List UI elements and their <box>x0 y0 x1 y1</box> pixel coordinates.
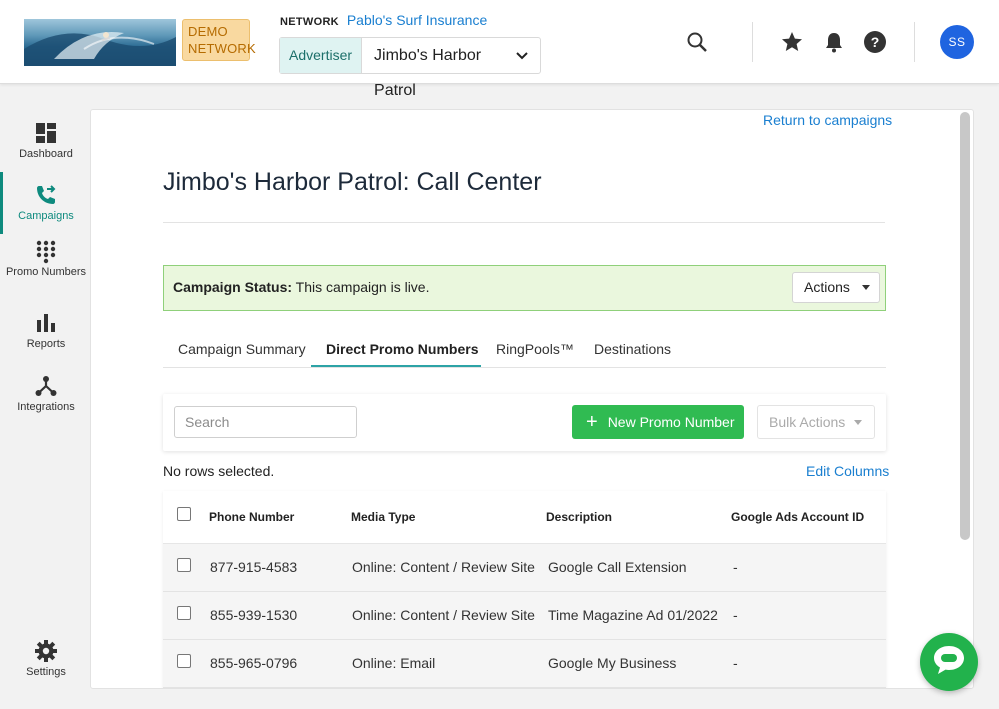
actions-label: Actions <box>804 279 850 295</box>
search-input[interactable] <box>174 406 357 438</box>
sidebar-item-dashboard[interactable]: Dashboard <box>0 122 92 160</box>
search-icon[interactable] <box>685 30 709 54</box>
tab-direct-promo-numbers[interactable]: Direct Promo Numbers <box>326 341 478 357</box>
brand-logo[interactable] <box>24 19 176 66</box>
active-tab-underline <box>311 365 481 367</box>
description-cell: Google Call Extension <box>548 559 687 575</box>
caret-down-icon <box>862 285 870 290</box>
google-ads-id-cell: - <box>733 607 738 623</box>
select-all-checkbox[interactable] <box>177 507 191 521</box>
new-promo-number-button[interactable]: + New Promo Number <box>572 405 744 439</box>
campaign-status-label: Campaign Status: <box>173 279 293 295</box>
chat-icon <box>932 644 966 681</box>
edit-columns-link[interactable]: Edit Columns <box>806 463 889 479</box>
bulk-actions-button[interactable]: Bulk Actions <box>757 405 875 439</box>
sidebar-item-settings[interactable]: Settings <box>0 640 92 678</box>
network-label: NETWORK <box>280 16 339 28</box>
integrations-icon <box>35 375 57 397</box>
google-ads-id-cell: - <box>733 559 738 575</box>
campaigns-icon <box>35 184 57 206</box>
user-avatar[interactable]: SS <box>940 25 974 59</box>
phone-number-cell: 855-965-0796 <box>210 655 298 671</box>
phone-number-cell: 855-939-1530 <box>210 607 298 623</box>
table-row[interactable]: 855-965-0796 Online: Email Google My Bus… <box>163 640 886 688</box>
campaign-status-value: This campaign is live. <box>295 279 430 295</box>
row-checkbox[interactable] <box>177 606 191 620</box>
sidebar-item-reports[interactable]: Reports <box>0 312 92 350</box>
dial-pad-icon <box>35 240 57 264</box>
advertiser-value: Jimbo's Harbor Patrol <box>374 47 482 99</box>
campaign-tabs: Campaign Summary Direct Promo Numbers Ri… <box>163 338 886 368</box>
column-header-description[interactable]: Description <box>546 510 612 524</box>
sidebar-item-label: Integrations <box>17 401 75 413</box>
header-divider <box>914 22 915 62</box>
svg-text:?: ? <box>871 34 880 50</box>
sidebar-item-label: Settings <box>26 666 66 678</box>
table-header: Phone Number Media Type Description Goog… <box>163 491 886 544</box>
chat-support-button[interactable] <box>920 633 978 691</box>
media-type-cell: Online: Content / Review Site <box>352 607 535 623</box>
column-header-phone-number[interactable]: Phone Number <box>209 510 294 524</box>
column-header-media-type[interactable]: Media Type <box>351 510 415 524</box>
media-type-cell: Online: Content / Review Site <box>352 559 535 575</box>
bell-icon[interactable] <box>822 30 846 54</box>
sidebar-item-label: Dashboard <box>19 148 73 160</box>
sidebar-item-campaigns[interactable]: Campaigns <box>0 184 92 222</box>
header-divider <box>752 22 753 62</box>
promo-numbers-table: Phone Number Media Type Description Goog… <box>163 491 886 688</box>
top-header: DEMO NETWORK NETWORK Pablo's Surf Insura… <box>0 0 999 99</box>
column-header-google-ads-account-id[interactable]: Google Ads Account ID <box>731 510 864 524</box>
table-row[interactable]: 855-939-1530 Online: Content / Review Si… <box>163 592 886 640</box>
demo-network-badge: DEMO NETWORK <box>182 19 256 61</box>
dashboard-icon <box>35 122 57 144</box>
page-title: Jimbo's Harbor Patrol: Call Center <box>163 168 542 196</box>
network-name-link[interactable]: Pablo's Surf Insurance <box>347 12 487 28</box>
row-checkbox[interactable] <box>177 654 191 668</box>
sidebar-item-label: Reports <box>26 338 66 350</box>
plus-icon: + <box>586 411 598 433</box>
return-to-campaigns-link[interactable]: Return to campaigns <box>763 112 892 128</box>
description-cell: Google My Business <box>548 655 677 671</box>
tab-destinations[interactable]: Destinations <box>594 341 671 357</box>
sidebar: Dashboard Campaigns Promo Numbers Report… <box>0 84 92 709</box>
sidebar-item-label: Campaigns <box>18 210 74 222</box>
table-row[interactable]: 877-915-4583 Online: Content / Review Si… <box>163 544 886 592</box>
table-toolbar: + New Promo Number Bulk Actions <box>163 394 886 451</box>
bar-chart-icon <box>35 312 57 334</box>
rows-selected-text: No rows selected. <box>163 463 275 479</box>
new-promo-number-label: New Promo Number <box>607 414 735 430</box>
sidebar-item-integrations[interactable]: Integrations <box>0 375 92 413</box>
tab-ringpools[interactable]: RingPools™ <box>496 341 574 357</box>
chevron-down-icon <box>504 38 540 73</box>
sidebar-item-label: Promo Numbers <box>5 266 87 278</box>
media-type-cell: Online: Email <box>352 655 436 671</box>
star-icon[interactable] <box>780 30 804 54</box>
title-divider <box>163 222 885 223</box>
advertiser-tag: Advertiser <box>280 38 363 73</box>
row-checkbox[interactable] <box>177 558 191 572</box>
sidebar-item-promo-numbers[interactable]: Promo Numbers <box>0 240 92 278</box>
scrollbar-thumb[interactable] <box>960 112 970 540</box>
google-ads-id-cell: - <box>733 655 738 671</box>
network-line: NETWORK Pablo's Surf Insurance <box>280 12 487 28</box>
caret-down-icon <box>854 420 862 425</box>
tab-campaign-summary[interactable]: Campaign Summary <box>178 341 306 357</box>
actions-dropdown-button[interactable]: Actions <box>792 272 880 303</box>
campaign-status-bar: Campaign Status: This campaign is live. … <box>163 265 886 311</box>
gear-icon <box>35 640 57 662</box>
phone-number-cell: 877-915-4583 <box>210 559 298 575</box>
help-icon[interactable]: ? <box>863 30 887 54</box>
main-card: Return to campaigns Jimbo's Harbor Patro… <box>90 109 974 689</box>
campaign-status-text: Campaign Status: This campaign is live. <box>173 279 429 295</box>
bulk-actions-label: Bulk Actions <box>769 414 846 430</box>
description-cell: Time Magazine Ad 01/2022 <box>548 607 718 623</box>
advertiser-select[interactable]: Advertiser Jimbo's Harbor Patrol <box>279 37 541 99</box>
